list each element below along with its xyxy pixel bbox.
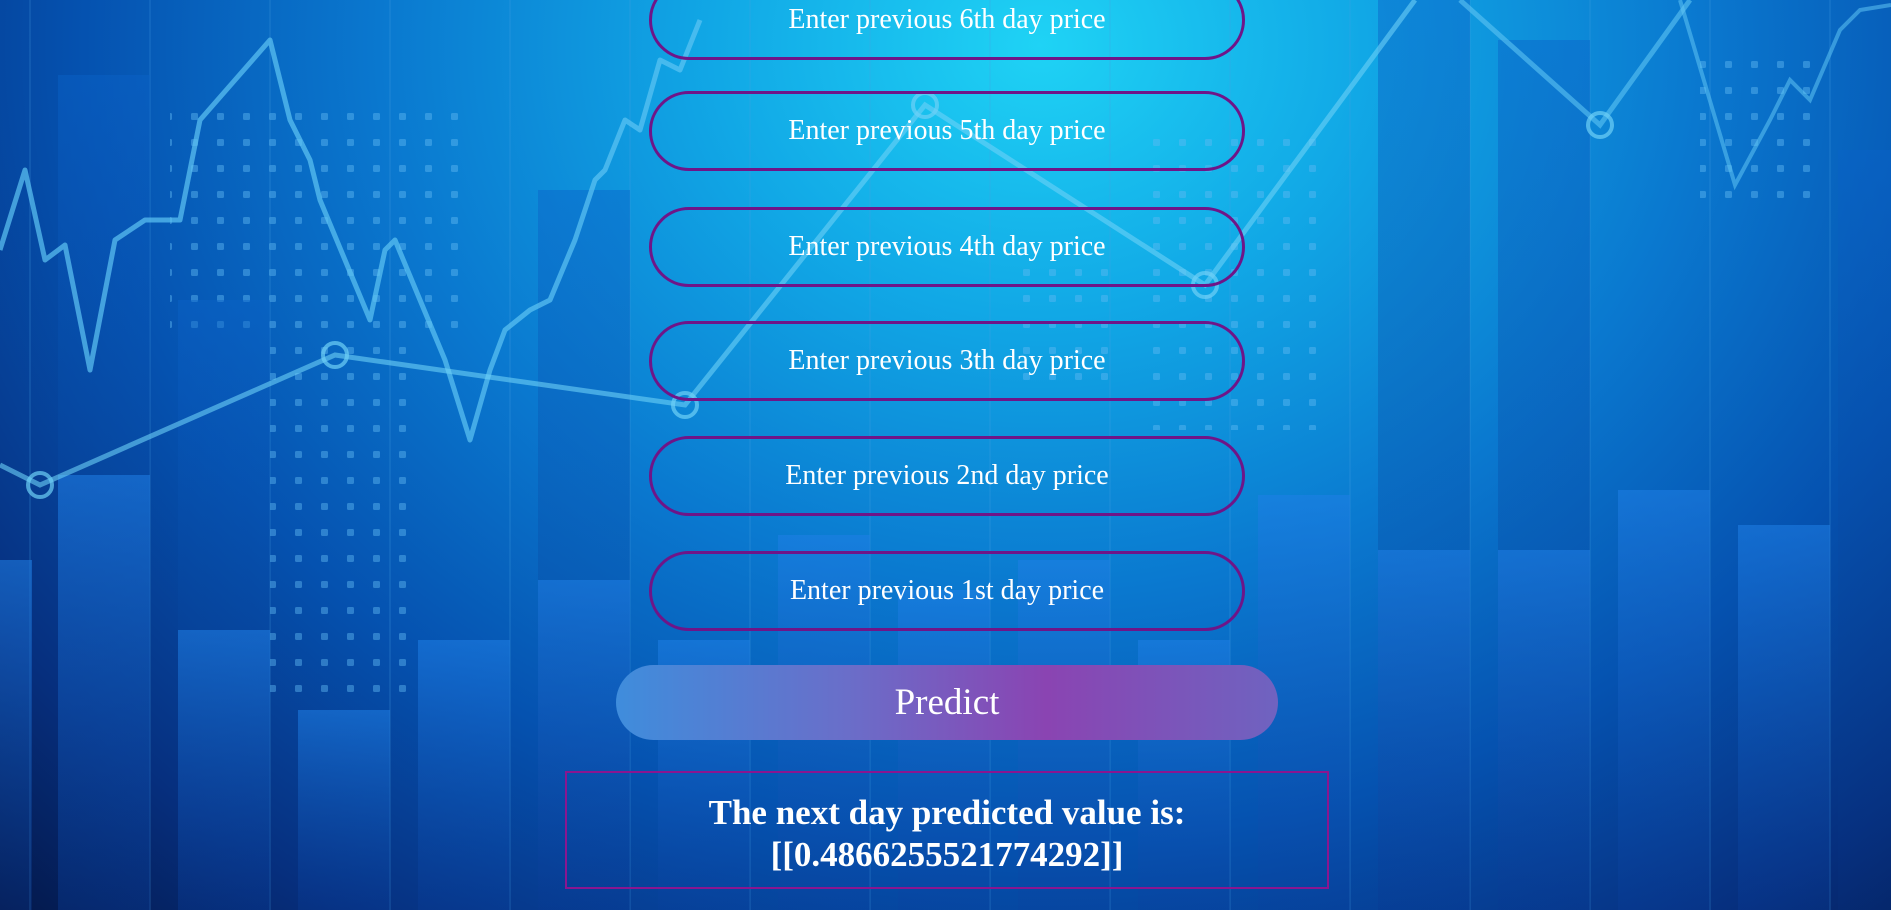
- prediction-result: The next day predicted value is: [[0.486…: [565, 771, 1329, 889]
- price-input-day-6[interactable]: [649, 0, 1245, 60]
- price-input-day-5[interactable]: [649, 91, 1245, 171]
- price-input-day-2[interactable]: [649, 436, 1245, 516]
- prediction-form: Predict The next day predicted value is:…: [0, 0, 1891, 910]
- predict-button[interactable]: Predict: [616, 665, 1278, 740]
- result-value: [[0.4866255521774292]]: [770, 835, 1124, 874]
- price-input-day-1[interactable]: [649, 551, 1245, 631]
- result-heading: The next day predicted value is:: [708, 793, 1186, 832]
- price-input-day-3[interactable]: [649, 321, 1245, 401]
- price-input-day-4[interactable]: [649, 207, 1245, 287]
